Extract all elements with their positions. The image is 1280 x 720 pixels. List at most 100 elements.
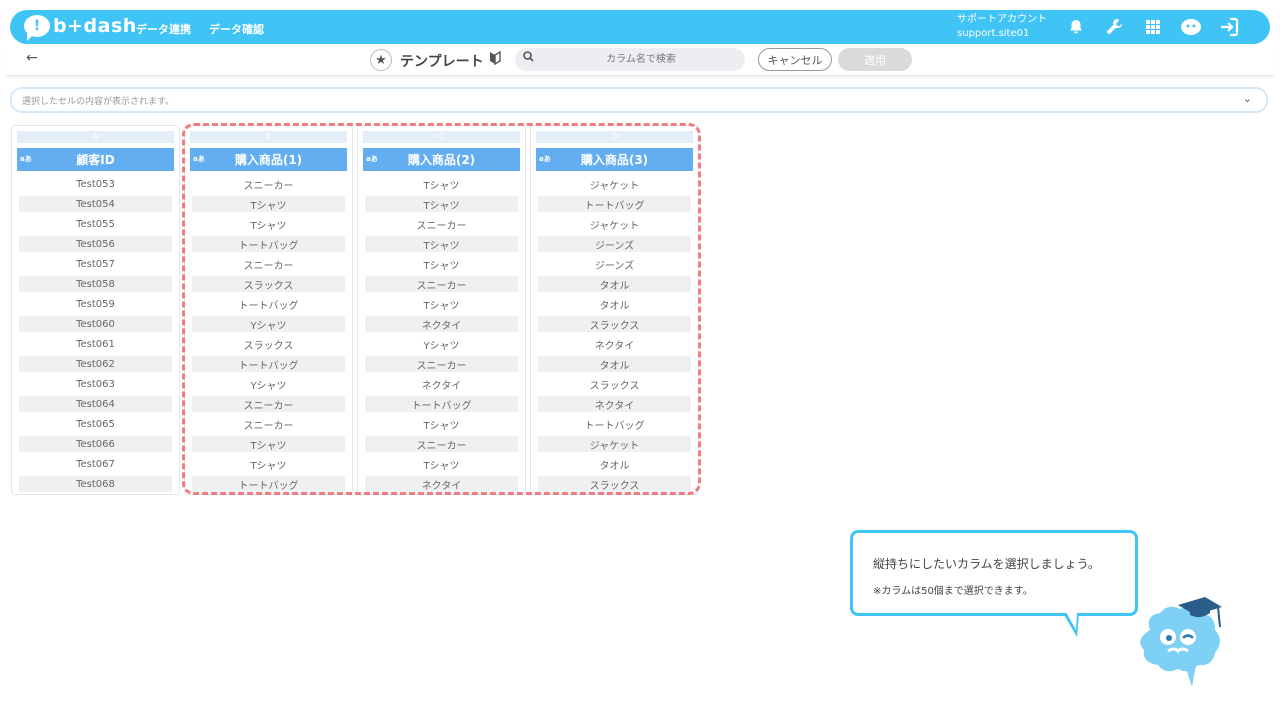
table-cell[interactable]: Test058	[19, 276, 172, 292]
table-cell[interactable]: トートバッグ	[192, 356, 345, 372]
table-cell[interactable]: スラックス	[538, 316, 691, 332]
table-cell[interactable]: ジャケット	[538, 436, 691, 452]
text-type-icon: aあ	[366, 155, 378, 163]
column-header[interactable]: aあ 購入商品(3)	[536, 148, 693, 171]
table-cell[interactable]: Test059	[19, 294, 172, 314]
back-arrow-icon[interactable]: ←	[26, 50, 38, 66]
table-cell[interactable]: Tシャツ	[365, 454, 518, 474]
table-cell[interactable]: ジーンズ	[538, 236, 691, 252]
cell-content-placeholder: 選択したセルの内容が表示されます。	[22, 97, 175, 107]
table-cell[interactable]: Tシャツ	[365, 414, 518, 434]
star-icon[interactable]: ★	[370, 49, 392, 71]
table-cell[interactable]: タオル	[538, 276, 691, 292]
search-input[interactable]	[543, 48, 739, 71]
table-cell[interactable]: スラックス	[538, 476, 691, 492]
table-cell[interactable]: タオル	[538, 294, 691, 314]
table-cell[interactable]: Test062	[19, 356, 172, 372]
table-cell[interactable]: スニーカー	[365, 356, 518, 372]
column-b[interactable]: B aあ 購入商品(1) スニーカー Tシャツ Tシャツ トートバッグ スニーカー スラッ…	[184, 125, 353, 495]
table-cell[interactable]: ネクタイ	[538, 334, 691, 354]
text-type-icon: aあ	[20, 155, 32, 163]
column-cells: スニーカー Tシャツ Tシャツ トートバッグ スニーカー スラックス トートバッグ Yシャツス…	[192, 174, 345, 494]
table-cell[interactable]: スニーカー	[192, 414, 345, 434]
column-a[interactable]: A aあ 顧客ID Test053 Test054 Test055 Test056 Te…	[11, 125, 180, 495]
table-cell[interactable]: Tシャツ	[192, 196, 345, 212]
table-cell[interactable]: Tシャツ	[365, 294, 518, 314]
table-cell[interactable]: スニーカー	[192, 254, 345, 274]
nav-data-integration[interactable]: データ連携	[136, 21, 191, 37]
table-cell[interactable]: Yシャツ	[192, 374, 345, 394]
table-cell[interactable]: Test065	[19, 414, 172, 434]
table-cell[interactable]: ジャケット	[538, 214, 691, 234]
chevron-down-icon[interactable]: ⌄	[1243, 92, 1252, 105]
table-cell[interactable]: ジーンズ	[538, 254, 691, 274]
table-cell[interactable]: トートバッグ	[365, 396, 518, 412]
mascot-cloud-icon	[1130, 595, 1230, 690]
table-cell[interactable]: ネクタイ	[365, 374, 518, 394]
grid-icon[interactable]	[1141, 15, 1165, 39]
bdash-logo[interactable]: ! b+dash	[24, 15, 137, 41]
data-sheet: A aあ 顧客ID Test053 Test054 Test055 Test056 Te…	[11, 125, 699, 495]
table-cell[interactable]: トートバッグ	[538, 414, 691, 434]
table-cell[interactable]: トートバッグ	[538, 196, 691, 212]
text-type-icon: aあ	[193, 155, 205, 163]
table-cell[interactable]: Test066	[19, 436, 172, 452]
table-cell[interactable]: Test055	[19, 214, 172, 234]
beginner-mark-icon[interactable]	[489, 50, 501, 69]
table-cell[interactable]: トートバッグ	[192, 236, 345, 252]
table-cell[interactable]: ジャケット	[538, 174, 691, 194]
table-cell[interactable]: Tシャツ	[365, 174, 518, 194]
column-c[interactable]: C aあ 購入商品(2) Tシャツ Tシャツ スニーカー Tシャツ Tシャツ スニーカー T…	[357, 125, 526, 495]
table-cell[interactable]: スニーカー	[365, 214, 518, 234]
table-cell[interactable]: Tシャツ	[192, 454, 345, 474]
table-cell[interactable]: トートバッグ	[192, 476, 345, 492]
nav-data-check[interactable]: データ確認	[209, 21, 264, 37]
table-cell[interactable]: Yシャツ	[365, 334, 518, 354]
wrench-icon[interactable]	[1102, 15, 1126, 39]
column-letter: D	[536, 131, 693, 143]
table-cell[interactable]: Yシャツ	[192, 316, 345, 332]
table-cell[interactable]: トートバッグ	[192, 294, 345, 314]
table-cell[interactable]: Test064	[19, 396, 172, 412]
table-cell[interactable]: Tシャツ	[192, 436, 345, 452]
table-cell[interactable]: Test067	[19, 454, 172, 474]
table-cell[interactable]: Test060	[19, 316, 172, 332]
table-cell[interactable]: Tシャツ	[365, 236, 518, 252]
column-header[interactable]: aあ 購入商品(1)	[190, 148, 347, 171]
table-cell[interactable]: タオル	[538, 454, 691, 474]
table-cell[interactable]: スニーカー	[365, 276, 518, 292]
column-header[interactable]: aあ 顧客ID	[17, 148, 174, 171]
table-cell[interactable]: Tシャツ	[365, 196, 518, 212]
cell-content-bar[interactable]: 選択したセルの内容が表示されます。 ⌄	[10, 87, 1268, 113]
table-cell[interactable]: Test056	[19, 236, 172, 252]
cancel-button[interactable]: キャンセル	[758, 48, 832, 71]
column-header[interactable]: aあ 購入商品(2)	[363, 148, 520, 171]
column-search[interactable]	[515, 48, 745, 71]
column-letter: B	[190, 131, 347, 143]
table-cell[interactable]: スラックス	[192, 334, 345, 354]
mascot-face-icon[interactable]	[1179, 15, 1203, 39]
table-cell[interactable]: Test054	[19, 196, 172, 212]
bell-icon[interactable]	[1064, 15, 1088, 39]
apply-button[interactable]: 適用	[838, 48, 912, 71]
logo-text: b+dash	[53, 15, 137, 37]
table-cell[interactable]: ネクタイ	[365, 476, 518, 492]
table-cell[interactable]: Tシャツ	[192, 214, 345, 234]
column-d[interactable]: D aあ 購入商品(3) ジャケット トートバッグ ジャケット ジーンズ ジーンズ タオル…	[530, 125, 699, 495]
table-cell[interactable]: スニーカー	[192, 396, 345, 412]
table-cell[interactable]: Test053	[19, 174, 172, 194]
table-cell[interactable]: スニーカー	[192, 174, 345, 194]
table-cell[interactable]: スニーカー	[365, 436, 518, 452]
table-cell[interactable]: ネクタイ	[365, 316, 518, 332]
account-info[interactable]: サポートアカウント support.site01	[957, 13, 1047, 41]
table-cell[interactable]: Test061	[19, 334, 172, 354]
table-cell[interactable]: Test063	[19, 374, 172, 394]
logout-icon[interactable]	[1217, 15, 1241, 39]
table-cell[interactable]: Test068	[19, 476, 172, 492]
table-cell[interactable]: ネクタイ	[538, 396, 691, 412]
table-cell[interactable]: Test057	[19, 254, 172, 274]
table-cell[interactable]: タオル	[538, 356, 691, 372]
table-cell[interactable]: Tシャツ	[365, 254, 518, 274]
table-cell[interactable]: スラックス	[192, 276, 345, 292]
table-cell[interactable]: スラックス	[538, 374, 691, 394]
